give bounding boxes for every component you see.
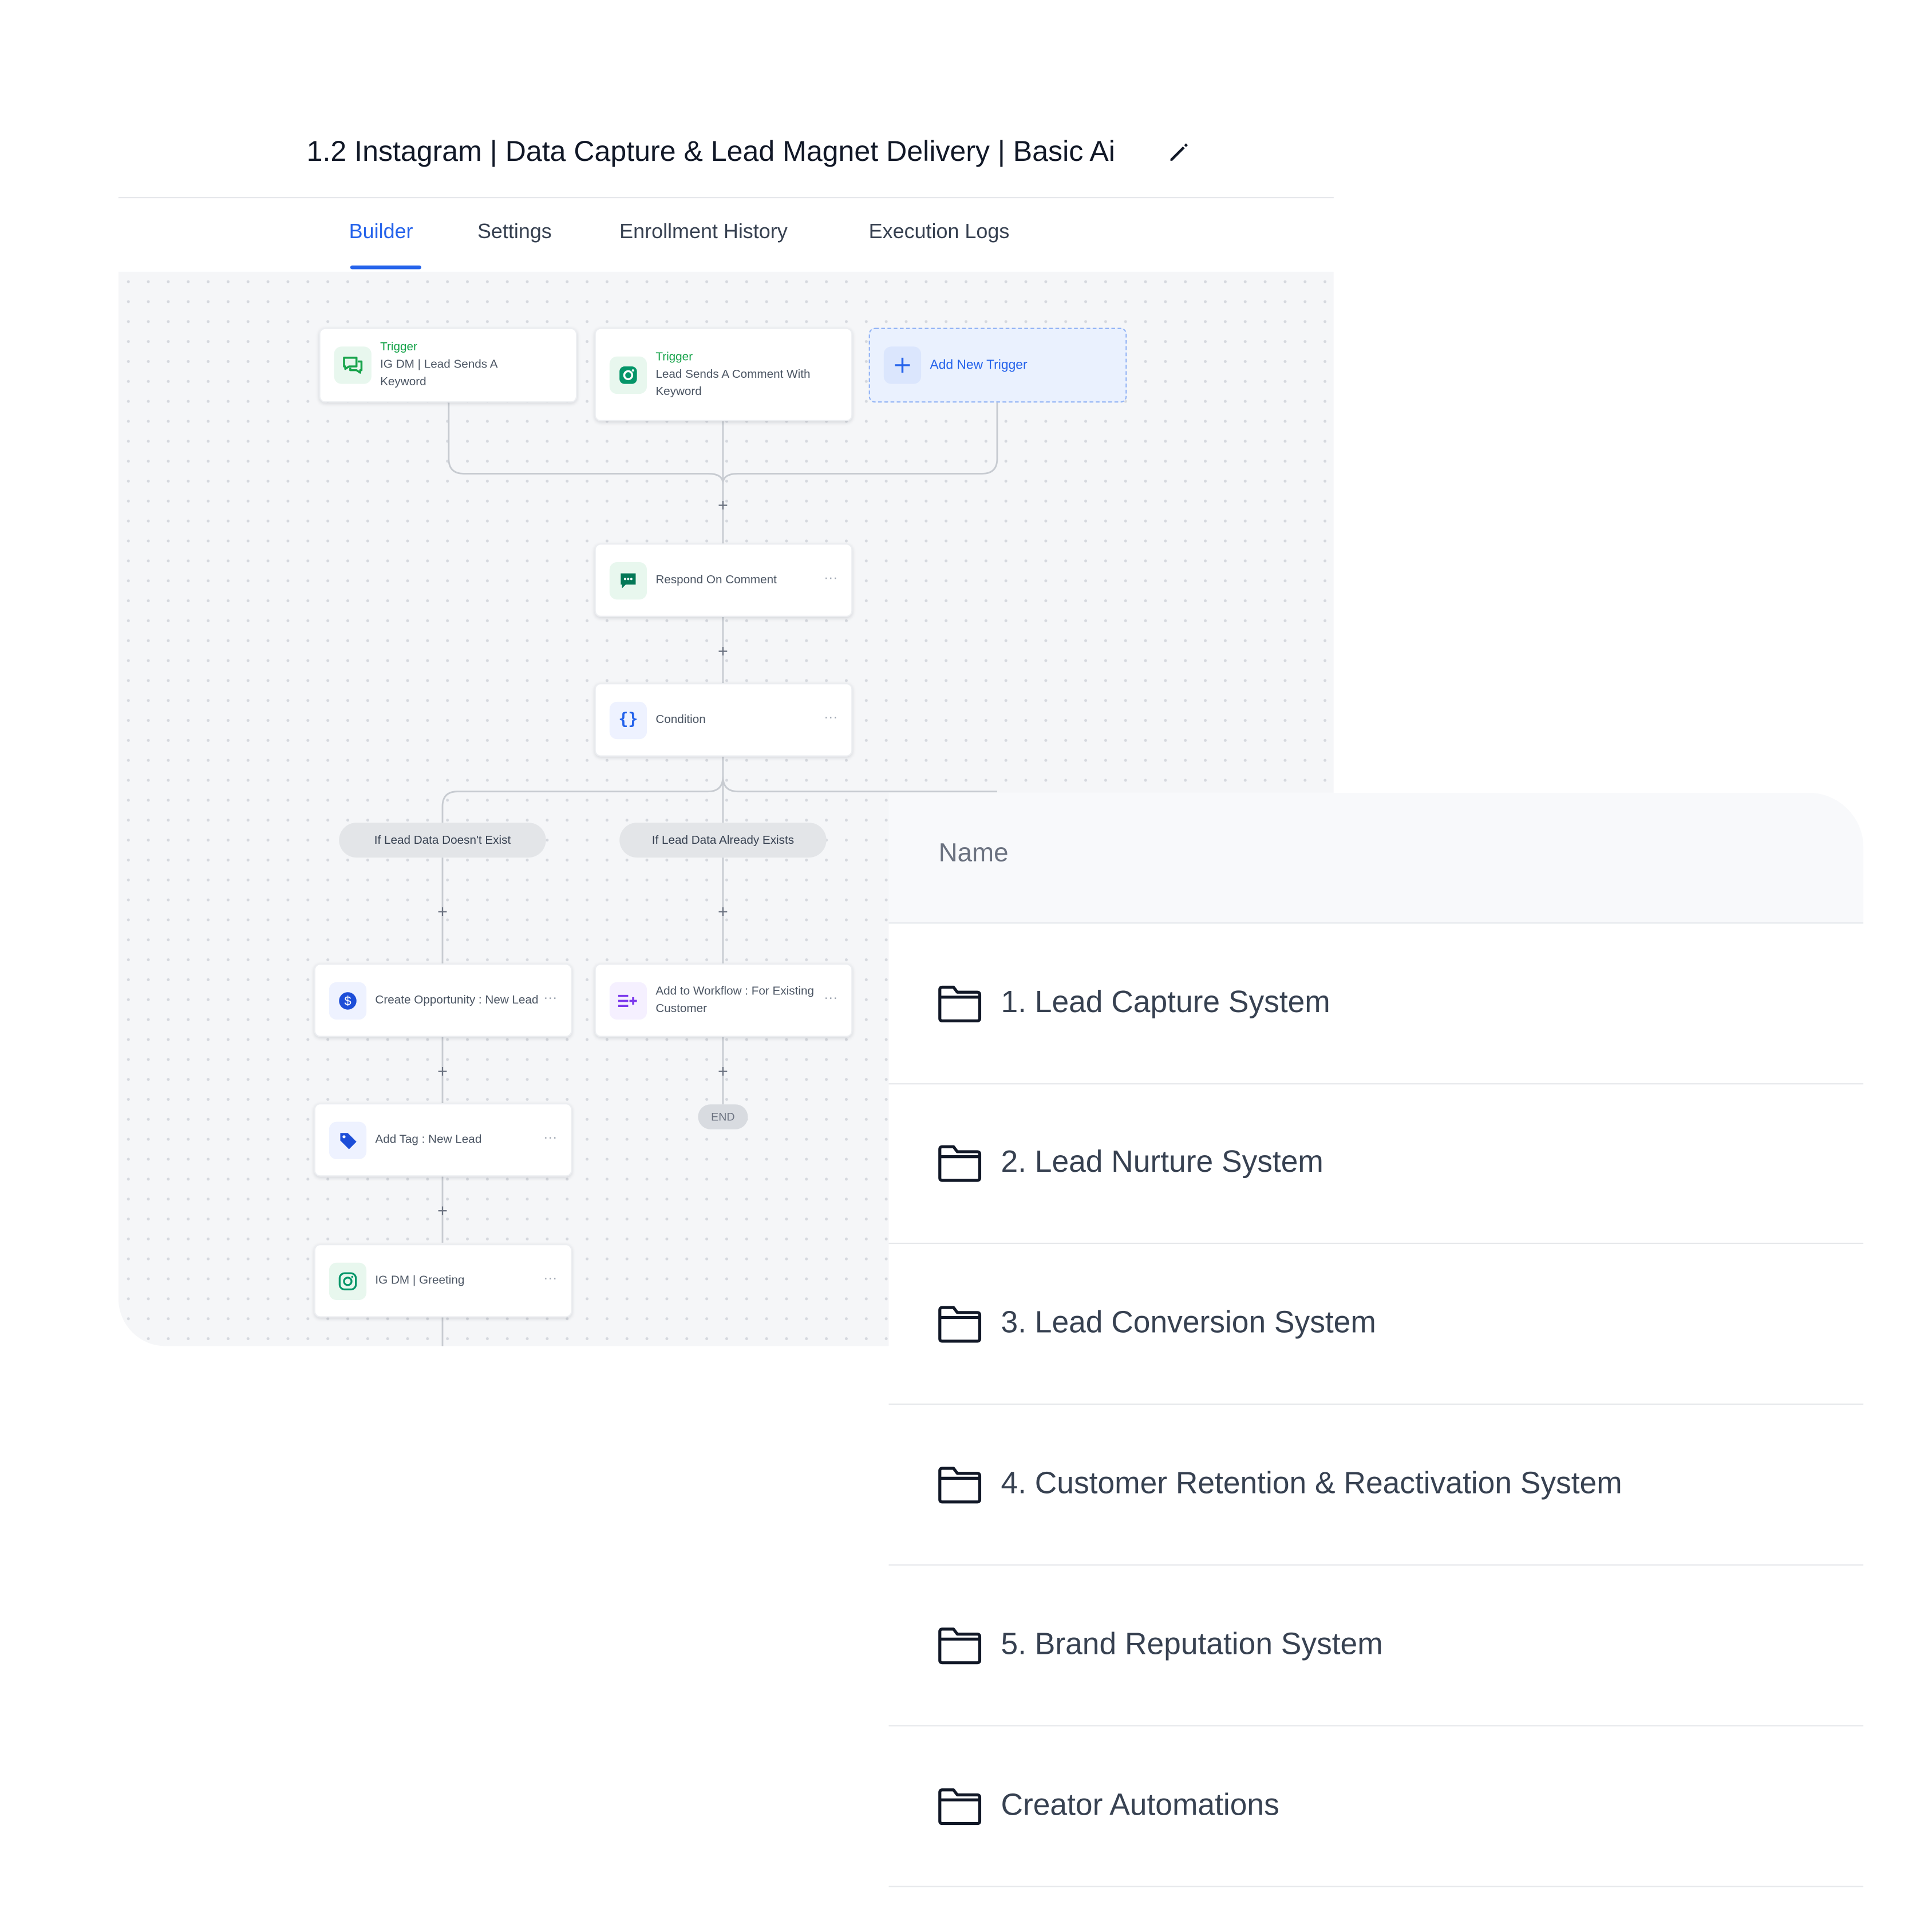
folder-icon [938, 985, 982, 1022]
trigger-label: Trigger [380, 340, 417, 354]
branch-lead-data-doesnt-exist[interactable]: If Lead Data Doesn't Exist [339, 823, 546, 858]
svg-text:$: $ [344, 993, 351, 1008]
action-text: Condition [655, 712, 706, 726]
more-options-button[interactable]: ··· [824, 990, 837, 1005]
branch-lead-data-already-exists[interactable]: If Lead Data Already Exists [619, 823, 827, 858]
folder-name: 4. Customer Retention & Reactivation Sys… [1001, 1467, 1622, 1501]
trigger-text: IG DM | Lead Sends A Keyword [380, 357, 497, 389]
folder-name: 3. Lead Conversion System [1001, 1306, 1376, 1340]
more-options-button[interactable]: ··· [824, 570, 837, 585]
folder-name: 5. Brand Reputation System [1001, 1627, 1383, 1662]
header-divider [118, 197, 1334, 199]
folder-row-lead-capture-system[interactable]: 1. Lead Capture System [888, 923, 1864, 1085]
folder-icon [938, 1788, 982, 1826]
tab-builder[interactable]: Builder [349, 220, 413, 244]
dollar-icon: $ [329, 981, 367, 1020]
folder-list-panel: Name 1. Lead Capture System 2. Lead Nurtu… [888, 792, 1864, 1932]
add-step-button[interactable]: + [714, 1062, 732, 1079]
add-step-button[interactable]: + [714, 496, 732, 513]
trigger-node-keyword[interactable]: Trigger IG DM | Lead Sends A Keyword [319, 327, 578, 403]
folder-name: Creator Automations [1001, 1788, 1279, 1823]
folder-row-lead-nurture-system[interactable]: 2. Lead Nurture System [888, 1083, 1864, 1244]
trigger-label: Trigger [655, 349, 693, 364]
comment-icon [609, 561, 647, 599]
folder-row-creator-automations[interactable]: Creator Automations [888, 1726, 1864, 1887]
active-tab-indicator [350, 265, 421, 270]
action-node-add-to-workflow[interactable]: Add to Workflow : For Existing Customer … [594, 963, 853, 1037]
trigger-text: Lead Sends A Comment With Keyword [655, 367, 811, 398]
add-step-button[interactable]: + [434, 902, 451, 919]
folder-icon [938, 1145, 982, 1182]
curly-braces-icon: {} [609, 701, 647, 739]
more-options-button[interactable]: ··· [543, 990, 557, 1005]
more-options-button[interactable]: ··· [824, 710, 837, 725]
add-step-button[interactable]: + [434, 1202, 451, 1219]
add-step-button[interactable]: + [714, 642, 732, 659]
action-node-condition[interactable]: {} Condition ··· [594, 683, 853, 757]
action-text: IG DM | Greeting [375, 1273, 465, 1287]
action-node-create-opportunity[interactable]: $ Create Opportunity : New Lead ··· [314, 963, 572, 1037]
pencil-icon[interactable] [1167, 140, 1192, 165]
folder-icon [938, 1627, 982, 1665]
instagram-icon [329, 1262, 367, 1299]
action-node-respond-on-comment[interactable]: Respond On Comment ··· [594, 543, 853, 617]
tag-icon [329, 1121, 367, 1159]
tab-enrollment-history[interactable]: Enrollment History [619, 220, 788, 244]
action-node-add-tag[interactable]: Add Tag : New Lead ··· [314, 1103, 572, 1177]
add-trigger-label: Add New Trigger [930, 357, 1028, 373]
instagram-icon [609, 355, 647, 393]
trigger-node-comment[interactable]: Trigger Lead Sends A Comment With Keyword [594, 327, 853, 421]
workflow-title: 1.2 Instagram | Data Capture & Lead Magn… [306, 135, 1115, 167]
folder-row-lead-conversion-system[interactable]: 3. Lead Conversion System [888, 1244, 1864, 1405]
action-text: Add to Workflow : For Existing Customer [655, 984, 814, 1016]
tab-settings[interactable]: Settings [477, 220, 552, 244]
folder-name: 1. Lead Capture System [1001, 986, 1330, 1020]
action-text: Create Opportunity : New Lead [375, 993, 539, 1007]
action-text: Add Tag : New Lead [375, 1132, 482, 1147]
add-new-trigger-button[interactable]: Add New Trigger [868, 327, 1127, 403]
plus-icon [883, 346, 922, 384]
list-add-icon [609, 981, 647, 1020]
more-options-button[interactable]: ··· [543, 1130, 557, 1145]
action-node-ig-dm-greeting[interactable]: IG DM | Greeting ··· [314, 1244, 572, 1318]
end-marker: END [698, 1104, 748, 1129]
chat-bubbles-icon [334, 346, 372, 384]
add-step-button[interactable]: + [434, 1062, 451, 1079]
name-column-header[interactable]: Name [939, 839, 1009, 868]
folder-row-customer-retention-reactivation-system[interactable]: 4. Customer Retention & Reactivation Sys… [888, 1405, 1864, 1566]
add-step-button[interactable]: + [714, 902, 732, 919]
folder-icon [938, 1467, 982, 1504]
tab-execution-logs[interactable]: Execution Logs [869, 220, 1010, 244]
table-header: Name [888, 792, 1864, 924]
folder-icon [938, 1306, 982, 1343]
folder-name: 2. Lead Nurture System [1001, 1145, 1323, 1179]
folder-row-brand-reputation-system[interactable]: 5. Brand Reputation System [888, 1566, 1864, 1726]
action-text: Respond On Comment [655, 572, 777, 587]
more-options-button[interactable]: ··· [543, 1271, 557, 1286]
